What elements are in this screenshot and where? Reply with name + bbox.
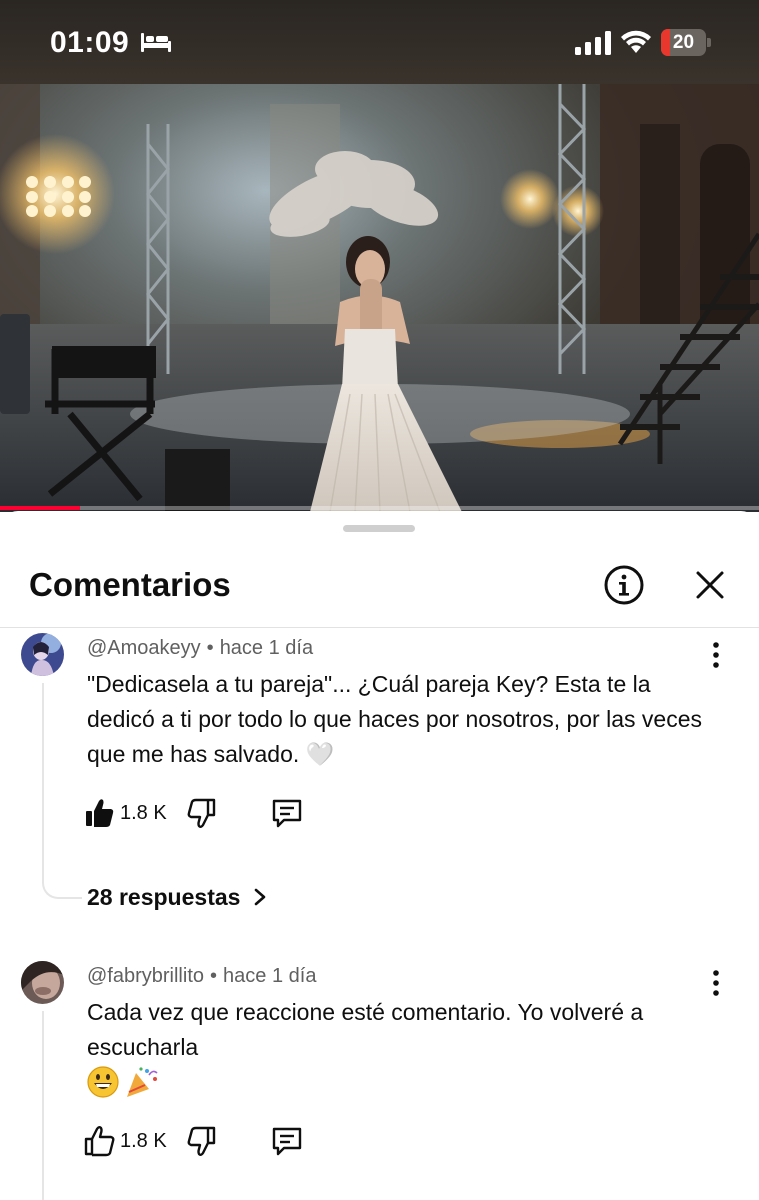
thumbs-down-icon[interactable]	[184, 796, 216, 830]
comment-actions: 1.8 K	[84, 1124, 324, 1158]
avatar[interactable]	[21, 961, 64, 1004]
chevron-right-icon	[254, 888, 266, 906]
thumbs-down-icon[interactable]	[184, 1124, 216, 1158]
like-count: 1.8 K	[120, 802, 167, 824]
replies-count: 28 respuestas	[87, 884, 241, 910]
thread-line	[42, 683, 82, 899]
avatar-image	[21, 633, 64, 676]
meta-separator: •	[206, 637, 214, 659]
comment-meta: @Amoakeyy • hace 1 día	[87, 637, 313, 660]
battery-indicator: 20	[661, 29, 711, 56]
video-frame	[0, 84, 759, 512]
close-icon[interactable]	[688, 563, 732, 607]
comment-time: hace 1 día	[219, 637, 314, 659]
video-player[interactable]	[0, 84, 759, 512]
video-progress-bar[interactable]	[0, 506, 759, 510]
wifi-icon	[621, 30, 651, 53]
comment-emoji-art	[87, 1066, 158, 1098]
status-bar: 01:09 20	[0, 0, 759, 84]
video-progress-fill	[0, 506, 80, 510]
avatar-image	[21, 961, 64, 1004]
comment-emojis	[87, 1065, 167, 1099]
comment-time: hace 1 día	[223, 965, 317, 987]
bed-icon	[141, 33, 171, 52]
meta-separator: •	[210, 965, 218, 987]
comment-text: "Dedicasela a tu pareja"... ¿Cuál pareja…	[87, 671, 702, 767]
status-time: 01:09	[50, 26, 130, 59]
info-icon[interactable]	[602, 563, 646, 607]
cellular-signal-icon	[575, 31, 611, 55]
thumbs-up-icon[interactable]	[84, 1124, 116, 1158]
like-count: 1.8 K	[120, 1130, 167, 1152]
reply-icon[interactable]	[270, 1124, 304, 1158]
comment-author[interactable]: @fabrybrillito	[87, 965, 204, 987]
battery-body: 20	[661, 29, 706, 56]
battery-tip	[707, 38, 711, 47]
thumbs-up-icon[interactable]	[84, 796, 116, 830]
comment-meta: @fabrybrillito • hace 1 día	[87, 965, 316, 988]
drag-handle[interactable]	[343, 525, 415, 532]
comments-panel: Comentarios @Amoakeyy • hace 1 día "Dedi…	[0, 511, 759, 1200]
panel-divider	[0, 627, 759, 628]
battery-level: 20	[672, 32, 695, 53]
thread-line	[42, 1011, 82, 1200]
avatar[interactable]	[21, 633, 64, 676]
comment-actions: 1.8 K	[84, 796, 324, 830]
reply-icon[interactable]	[270, 796, 304, 830]
comment-author[interactable]: @Amoakeyy	[87, 637, 201, 659]
comment-text: Cada vez que reaccione esté comentario. …	[87, 999, 644, 1060]
panel-title: Comentarios	[29, 566, 231, 603]
view-replies-button[interactable]: 28 respuestas	[87, 884, 267, 911]
